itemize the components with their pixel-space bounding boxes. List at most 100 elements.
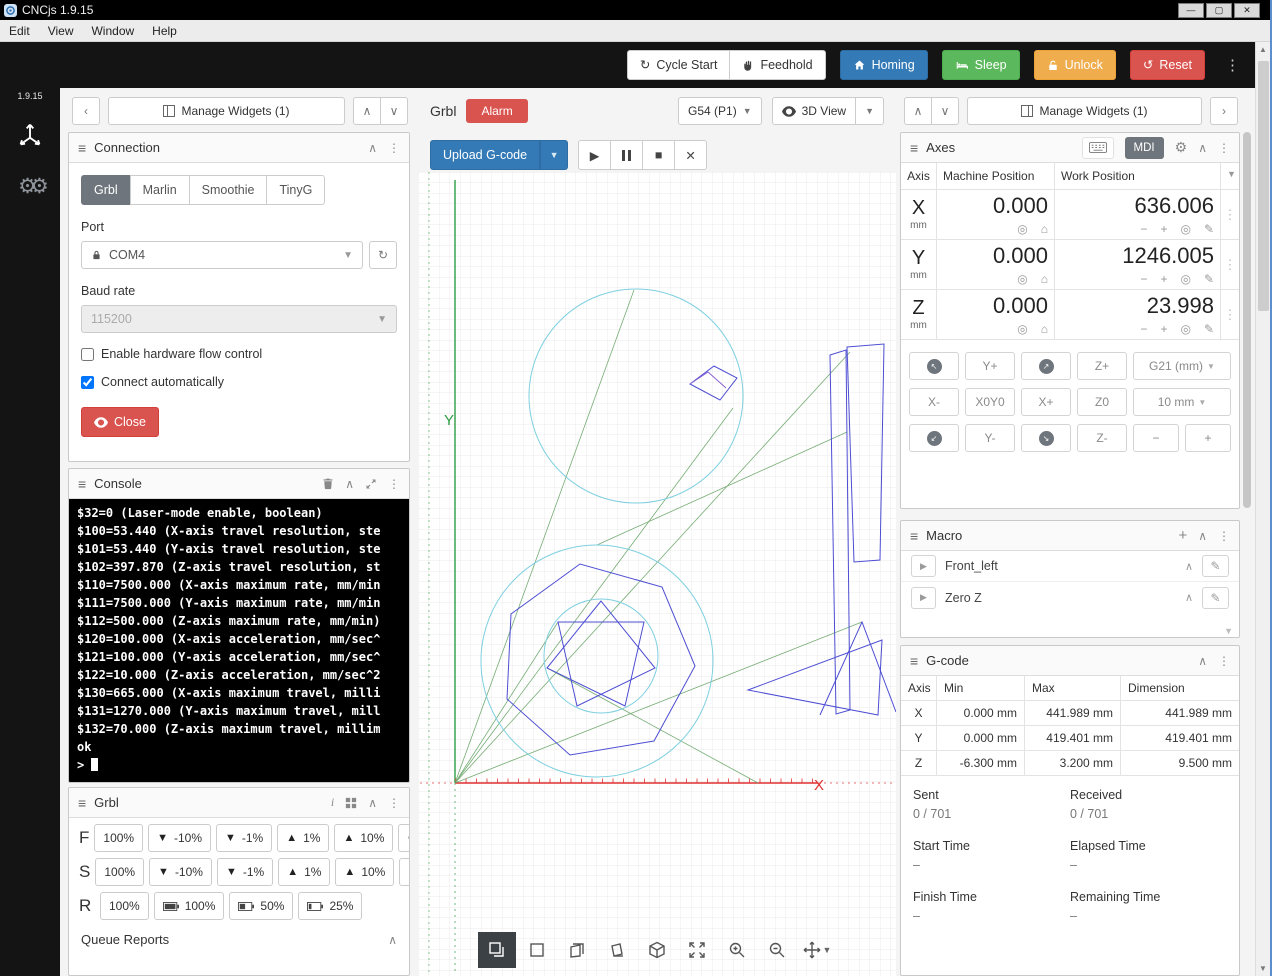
jog-y-minus-button[interactable]: Y-	[965, 424, 1015, 452]
collapse-widget-icon[interactable]: ∧	[368, 141, 377, 155]
units-dropdown[interactable]: G21 (mm)▼	[1133, 352, 1231, 380]
reset-button[interactable]: ↺ Reset	[1130, 50, 1205, 80]
axis-row-kebab-icon[interactable]: ⋮	[1221, 190, 1239, 240]
collapse-widget-icon[interactable]: ∧	[1198, 141, 1207, 155]
move-widget-down-button[interactable]: ∨	[931, 97, 959, 125]
drag-handle-icon[interactable]: ≡	[910, 528, 918, 544]
workspace-axes-icon[interactable]	[15, 119, 45, 152]
feedhold-button[interactable]: Feedhold	[729, 50, 825, 80]
view-3d-button[interactable]	[638, 932, 676, 968]
grid-view-icon[interactable]	[345, 797, 357, 809]
plus-icon[interactable]: +	[1160, 322, 1167, 336]
manage-widgets-right-button[interactable]: Manage Widgets (1)	[967, 97, 1202, 125]
alarm-state-badge[interactable]: Alarm	[466, 99, 527, 123]
console-output[interactable]: $32=0 (Laser-mode enable, boolean) $100=…	[69, 499, 409, 783]
rapid-half-button[interactable]: 50%	[229, 892, 293, 920]
close-window-button[interactable]: ✕	[1234, 3, 1260, 18]
jog-x-plus-y-minus-button[interactable]: ↘	[1021, 424, 1071, 452]
zero-out-icon[interactable]: ◎	[1180, 222, 1190, 236]
widget-kebab-icon[interactable]: ⋮	[388, 796, 400, 810]
baud-select[interactable]: 115200 ▼	[81, 305, 397, 333]
zoom-in-button[interactable]	[718, 932, 756, 968]
widget-kebab-icon[interactable]: ⋮	[388, 141, 400, 155]
homing-button[interactable]: Homing	[840, 50, 928, 80]
sleep-button[interactable]: Sleep	[942, 50, 1020, 80]
move-widget-up-button[interactable]: ∧	[904, 97, 932, 125]
dro-options-dropdown[interactable]: ▼	[1221, 163, 1239, 190]
minus-icon[interactable]: −	[1140, 322, 1147, 336]
home-icon[interactable]: ⌂	[1041, 322, 1048, 336]
jog-y-plus-button[interactable]: Y+	[965, 352, 1015, 380]
spindle-100-button[interactable]: 100%	[95, 858, 144, 886]
upload-gcode-button[interactable]: Upload G-code	[430, 140, 540, 170]
jog-x0y0-button[interactable]: X0Y0	[965, 388, 1015, 416]
menu-help[interactable]: Help	[143, 21, 186, 41]
close-gcode-button[interactable]: ✕	[674, 140, 707, 170]
collapse-left-panel-button[interactable]: ‹	[72, 97, 100, 125]
edit-macro-button[interactable]: ✎	[1202, 555, 1229, 577]
plus-icon[interactable]: +	[1160, 272, 1167, 286]
widget-kebab-icon[interactable]: ⋮	[1218, 654, 1230, 668]
move-widget-down-button[interactable]: ∨	[380, 97, 408, 125]
rapid-full-button[interactable]: 100%	[154, 892, 225, 920]
jog-x-plus-button[interactable]: X+	[1021, 388, 1071, 416]
spindle-reset-button[interactable]: ↺	[399, 858, 410, 886]
drag-handle-icon[interactable]: ≡	[910, 653, 918, 669]
widget-kebab-icon[interactable]: ⋮	[1218, 141, 1230, 155]
collapse-section-icon[interactable]: ∧	[388, 933, 397, 947]
widget-kebab-icon[interactable]: ⋮	[388, 477, 400, 491]
collapse-right-panel-button[interactable]: ›	[1210, 97, 1238, 125]
view-side-button[interactable]	[558, 932, 596, 968]
collapse-widget-icon[interactable]: ∧	[1198, 529, 1207, 543]
jog-x-minus-y-plus-button[interactable]: ↖	[909, 352, 959, 380]
minimize-button[interactable]: —	[1178, 3, 1204, 18]
scroll-up-icon[interactable]: ▲	[1256, 42, 1270, 57]
upload-options-dropdown[interactable]: ▼	[540, 140, 568, 170]
queue-reports-row[interactable]: Queue Reports ∧	[69, 920, 409, 947]
feed-plus1-button[interactable]: ▲1%	[277, 824, 329, 852]
play-button[interactable]: ▶	[578, 140, 611, 170]
spindle-minus1-button[interactable]: ▼-1%	[217, 858, 273, 886]
step-decrease-button[interactable]: −	[1133, 424, 1179, 452]
spindle-minus10-button[interactable]: ▼-10%	[149, 858, 212, 886]
info-icon[interactable]: i	[331, 795, 334, 810]
axis-row-kebab-icon[interactable]: ⋮	[1221, 240, 1239, 290]
stop-button[interactable]: ■	[642, 140, 675, 170]
feed-minus10-button[interactable]: ▼-10%	[148, 824, 211, 852]
home-icon[interactable]: ⌂	[1041, 272, 1048, 286]
scroll-down-icon[interactable]: ▼	[1224, 626, 1233, 636]
tab-grbl[interactable]: Grbl	[81, 175, 131, 205]
flow-control-checkbox[interactable]	[81, 348, 94, 361]
zero-out-icon[interactable]: ◎	[1017, 272, 1027, 286]
pause-button[interactable]	[610, 140, 643, 170]
jog-x-minus-y-minus-button[interactable]: ↙	[909, 424, 959, 452]
scrollbar-thumb[interactable]	[1243, 132, 1251, 508]
run-macro-button[interactable]: ▶	[911, 587, 936, 609]
edit-icon[interactable]: ✎	[1204, 272, 1214, 286]
zero-out-icon[interactable]: ◎	[1017, 222, 1027, 236]
spindle-plus10-button[interactable]: ▲10%	[335, 858, 394, 886]
view-iso-button[interactable]	[598, 932, 636, 968]
page-scrollbar[interactable]: ▲ ▼	[1255, 42, 1270, 976]
move-widget-up-button[interactable]: ∧	[353, 97, 381, 125]
drag-handle-icon[interactable]: ≡	[910, 140, 918, 156]
macro-collapse-icon[interactable]: ∧	[1185, 591, 1193, 604]
settings-gears-icon[interactable]: ⚙⚙	[18, 174, 42, 199]
macro-collapse-icon[interactable]: ∧	[1185, 560, 1193, 573]
edit-icon[interactable]: ✎	[1204, 322, 1214, 336]
collapse-widget-icon[interactable]: ∧	[345, 477, 354, 491]
zero-out-icon[interactable]: ◎	[1180, 322, 1190, 336]
collapse-widget-icon[interactable]: ∧	[368, 796, 377, 810]
zoom-out-button[interactable]	[758, 932, 796, 968]
zero-out-icon[interactable]: ◎	[1180, 272, 1190, 286]
view-options-dropdown[interactable]: ▼	[855, 97, 884, 125]
minus-icon[interactable]: −	[1140, 222, 1147, 236]
right-panel-scrollbar[interactable]	[1243, 132, 1251, 508]
plus-icon[interactable]: +	[1160, 222, 1167, 236]
zoom-fit-button[interactable]	[678, 932, 716, 968]
drag-handle-icon[interactable]: ≡	[78, 476, 86, 492]
step-dropdown[interactable]: 10 mm▼	[1133, 388, 1231, 416]
jog-z-plus-button[interactable]: Z+	[1077, 352, 1127, 380]
view-front-button[interactable]	[518, 932, 556, 968]
feed-reset-button[interactable]: ↺	[398, 824, 410, 852]
